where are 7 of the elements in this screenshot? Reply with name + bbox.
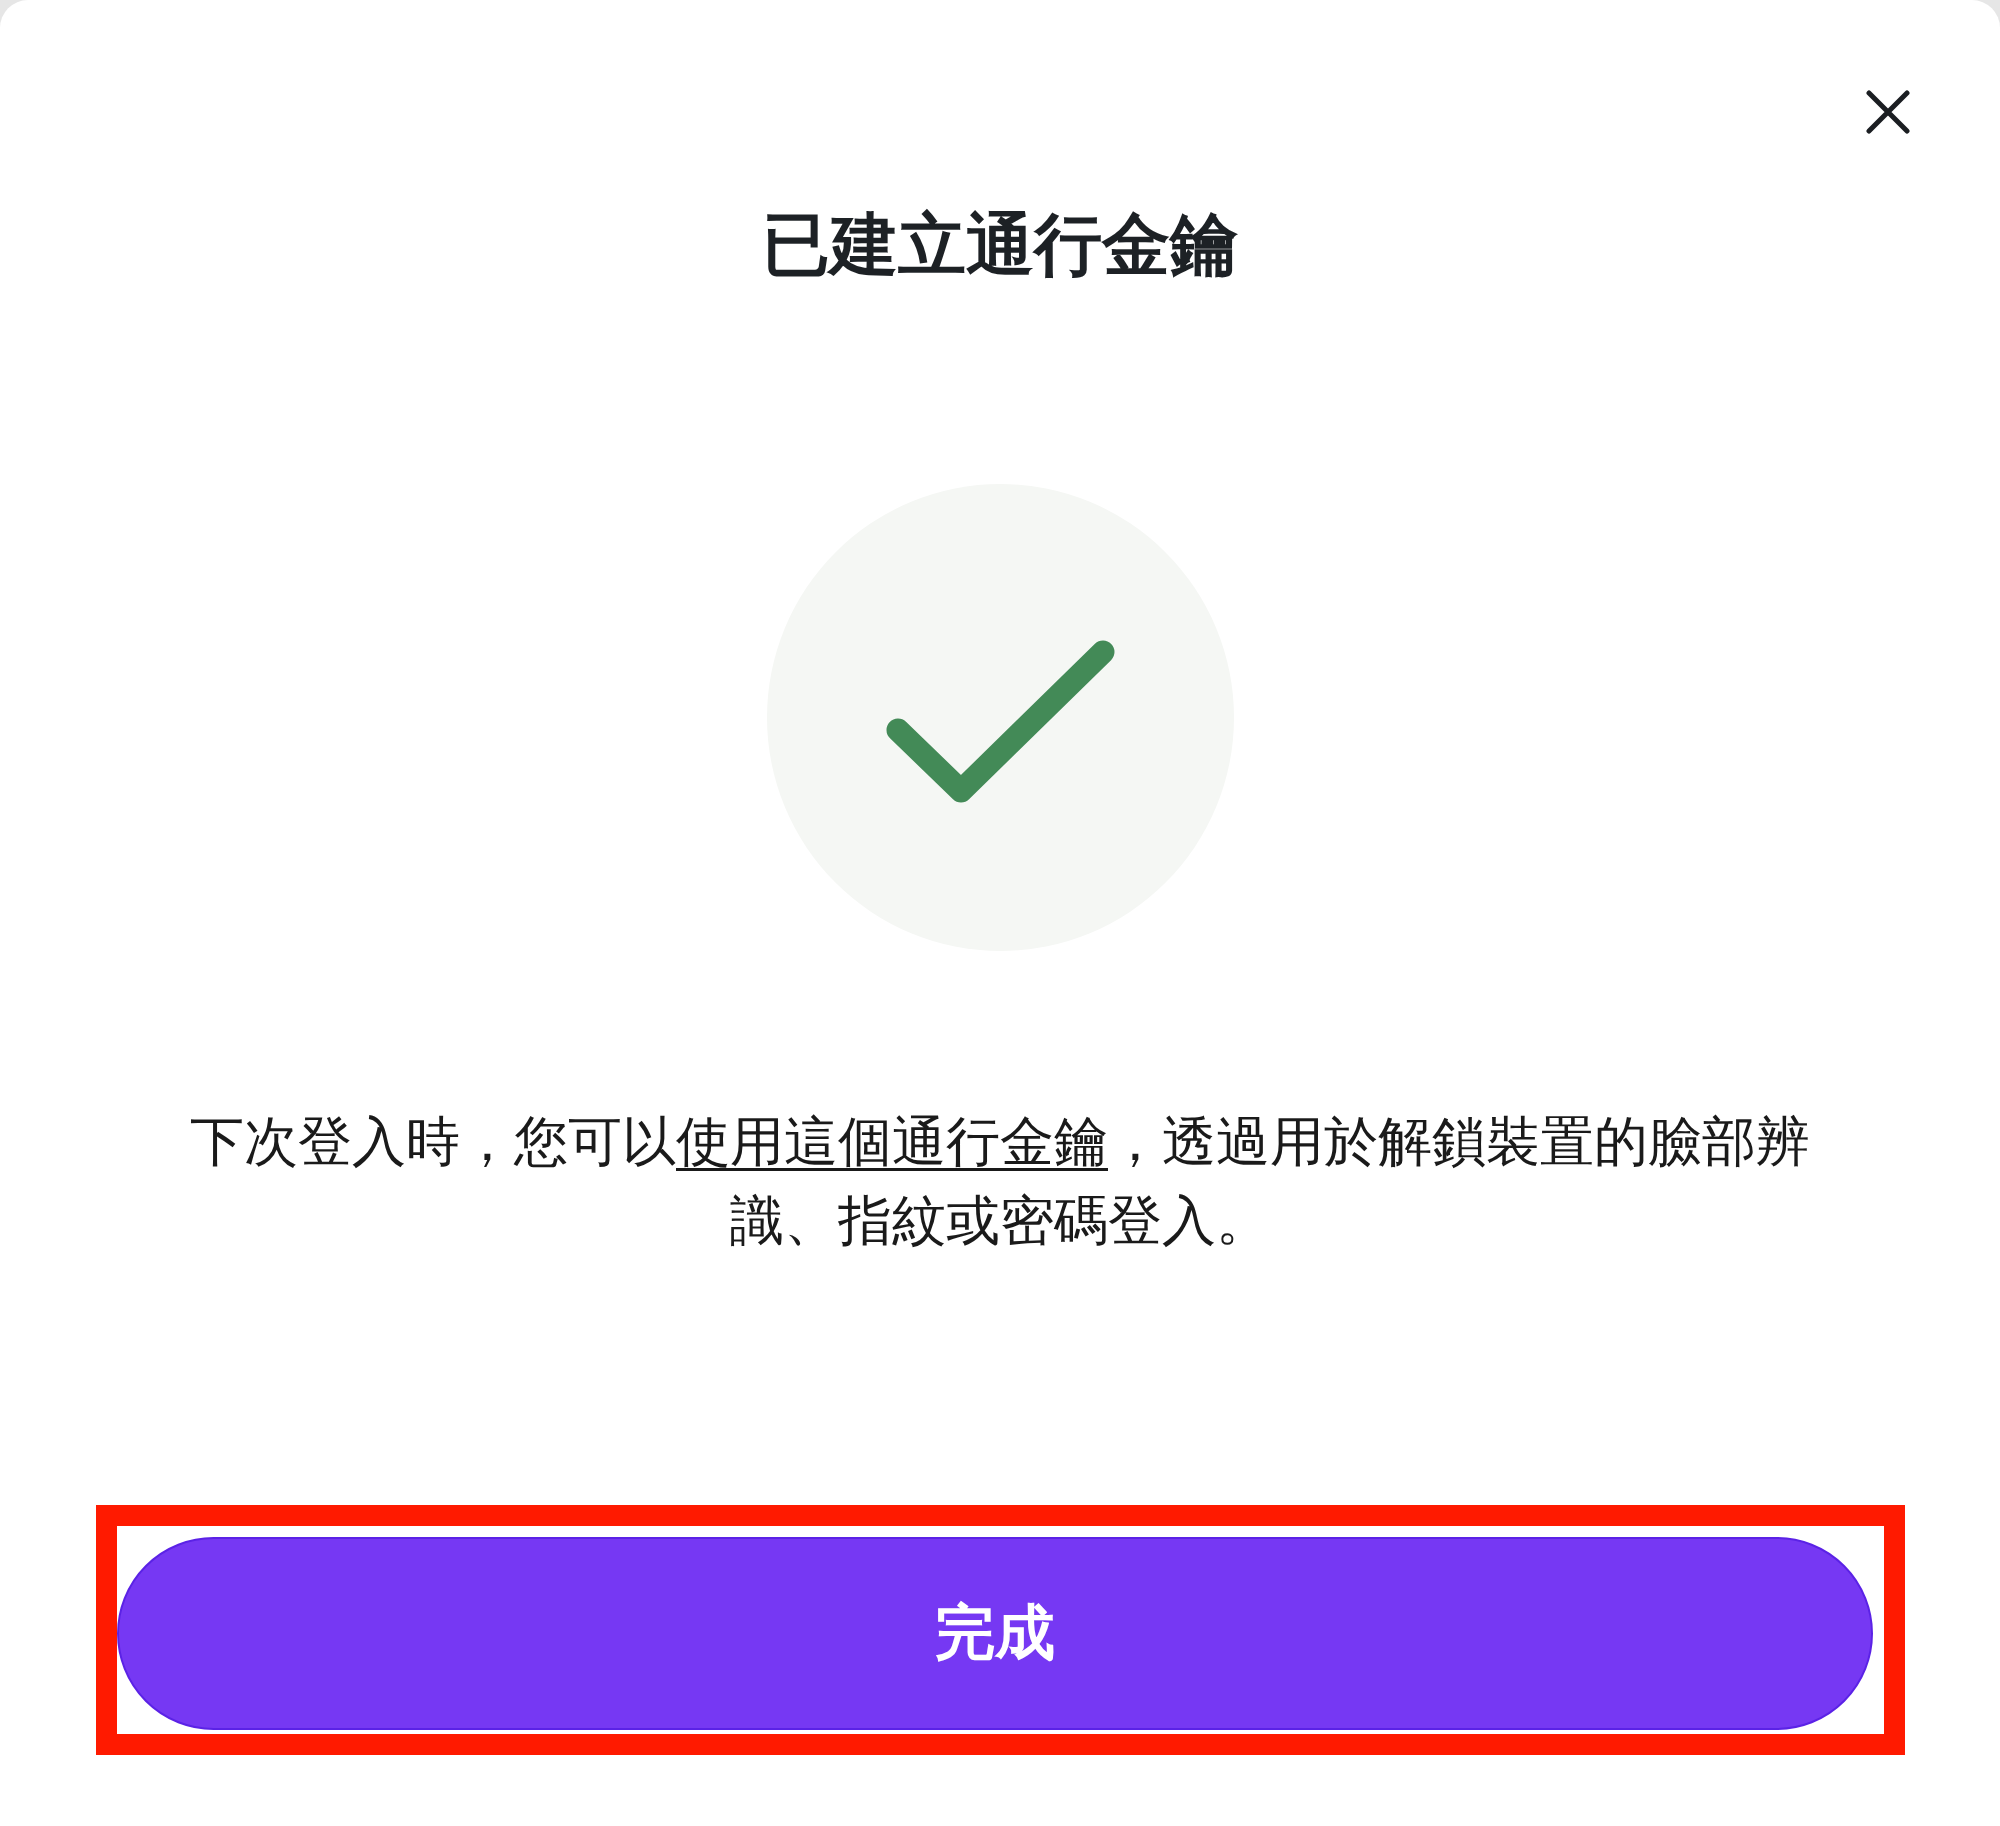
close-button[interactable] (1866, 90, 1910, 134)
done-button[interactable]: 完成 (116, 1537, 1873, 1730)
message-text: 下次登入時，您可以使用這個通行金鑰，透過用於解鎖裝置的臉部辨識、指紋或密碼登入。 (189, 1109, 1811, 1254)
close-icon (1866, 90, 1910, 134)
dialog-title: 已建立通行金鑰 (762, 205, 1238, 285)
passkey-link[interactable]: 使用這個通行金鑰 (676, 1110, 1108, 1173)
check-circle-icon (766, 484, 1234, 951)
